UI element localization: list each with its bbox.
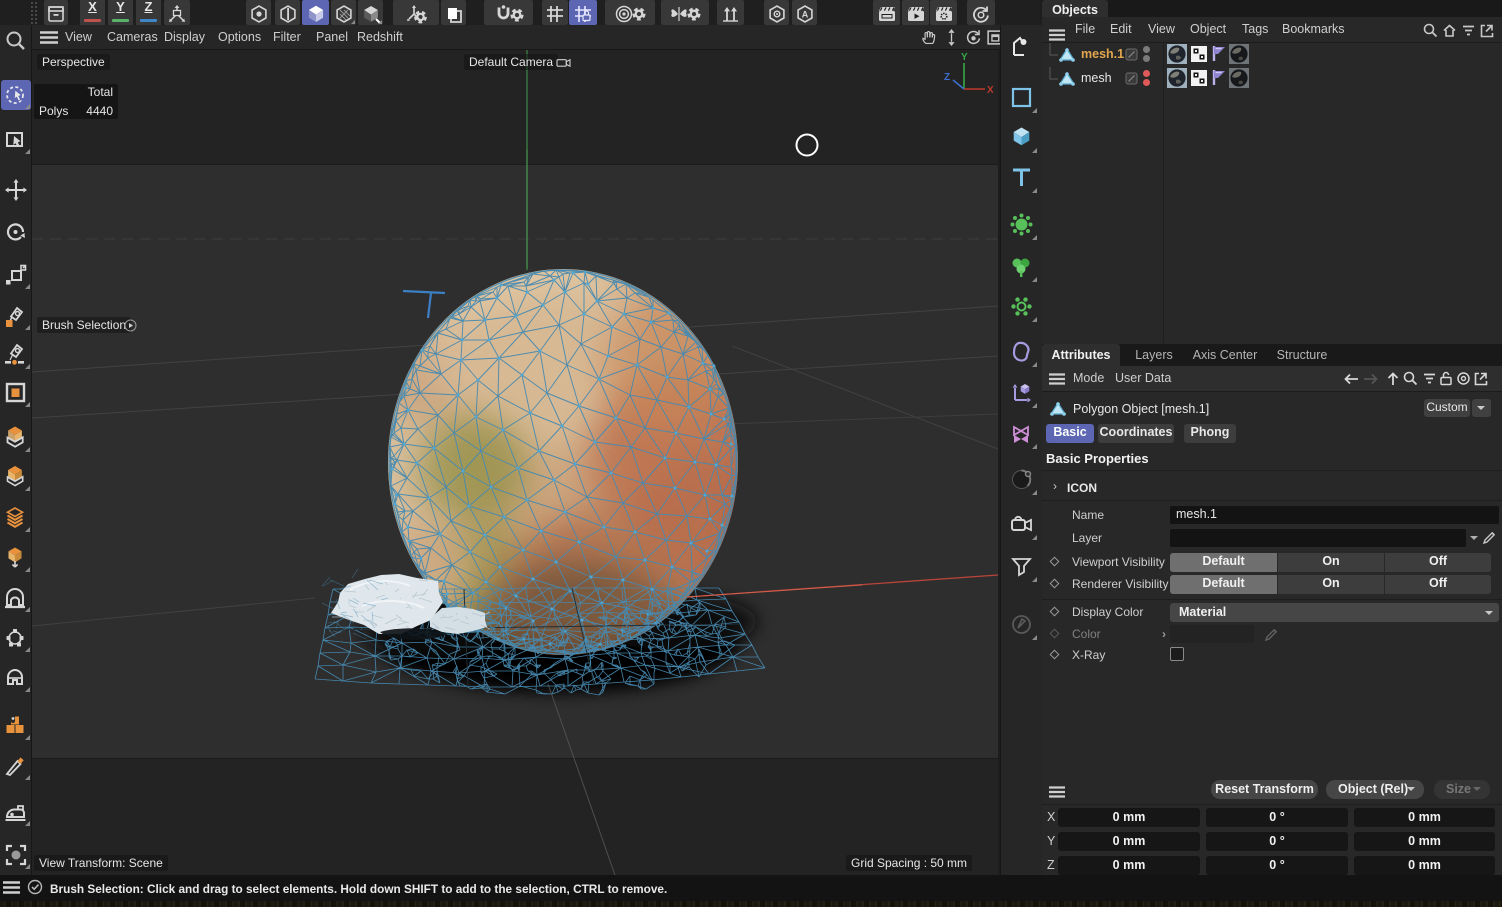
svg-text:Z: Z xyxy=(944,72,950,83)
svg-text:Y: Y xyxy=(961,52,968,63)
svg-text:X: X xyxy=(987,85,993,96)
svg-text:A: A xyxy=(801,9,808,19)
